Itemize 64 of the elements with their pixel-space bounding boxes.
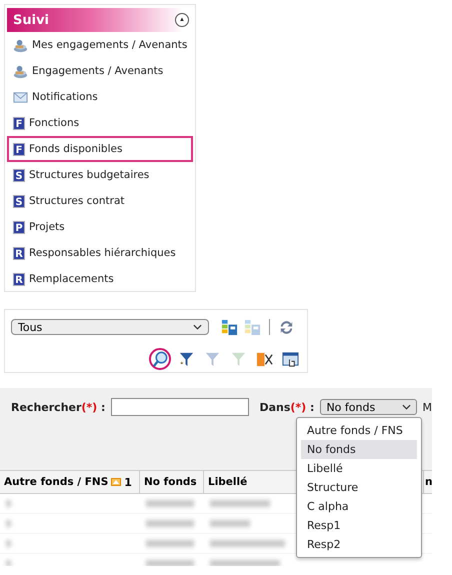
- dropdown-option[interactable]: No fonds: [301, 440, 417, 459]
- letter-icon: S: [13, 194, 25, 208]
- letter-icon: R: [13, 272, 25, 286]
- column-header[interactable]: No fonds: [140, 471, 204, 493]
- menu-item-label: Mes engagements / Avenants: [32, 39, 188, 51]
- menu-item-label: Engagements / Avenants: [32, 65, 164, 77]
- blurred-text: [6, 540, 11, 547]
- search-label: Rechercher(*) :: [11, 400, 106, 414]
- blurred-text: [6, 520, 11, 527]
- menu-item-label: Projets: [29, 221, 65, 233]
- blurred-text: [6, 500, 11, 507]
- caret-icon: [193, 324, 202, 330]
- letter-icon: F: [13, 116, 25, 130]
- blurred-text: [210, 560, 280, 566]
- caret-icon: [402, 404, 410, 410]
- blurred-text: [210, 500, 270, 507]
- scope-select[interactable]: No fonds: [320, 399, 416, 415]
- blurred-text: [146, 500, 194, 507]
- filter-select[interactable]: Tous: [11, 319, 209, 335]
- menu-item-label: Responsables hiérarchiques: [29, 247, 176, 259]
- menu-item[interactable]: R Remplacements: [7, 266, 193, 292]
- letter-icon: S: [13, 168, 25, 182]
- dropdown-option[interactable]: Structure: [301, 478, 417, 497]
- menu-item[interactable]: R Responsables hiérarchiques: [7, 240, 193, 266]
- search-icon[interactable]: [152, 350, 168, 368]
- blurred-text: [146, 540, 194, 547]
- menu-item[interactable]: F Fonds disponibles: [7, 136, 193, 162]
- menu-item-label: Structures budgetaires: [29, 169, 150, 181]
- blurred-text: [146, 560, 194, 566]
- envelope-icon: [13, 90, 28, 104]
- blurred-text: [210, 520, 250, 527]
- letter-icon: R: [13, 246, 25, 260]
- blurred-text: [146, 520, 194, 527]
- cut-label: M: [422, 400, 432, 414]
- menu-item[interactable]: S Structures contrat: [7, 188, 193, 214]
- menu-item-label: Structures contrat: [29, 195, 124, 207]
- dropdown-option[interactable]: Autre fonds / FNS: [301, 421, 417, 440]
- grid-icon[interactable]: [221, 318, 238, 336]
- menu-item[interactable]: Engagements / Avenants: [7, 58, 193, 84]
- search-field[interactable]: [111, 398, 250, 416]
- menu-item[interactable]: Mes engagements / Avenants: [7, 32, 193, 58]
- filter-icon[interactable]: [178, 350, 194, 368]
- calendar-icon[interactable]: [282, 350, 298, 368]
- menu-item[interactable]: S Structures budgetaires: [7, 162, 193, 188]
- blurred-text: [6, 560, 11, 566]
- dropdown-option[interactable]: Libellé: [301, 459, 417, 478]
- stack-icon: [13, 64, 28, 78]
- menu-item[interactable]: F Fonctions: [7, 110, 193, 136]
- stack-icon: [13, 38, 28, 52]
- cut-icon[interactable]: [256, 350, 272, 368]
- scope-label: Dans(*) :: [259, 400, 314, 414]
- menu-item-label: Notifications: [32, 91, 98, 103]
- letter-icon: F: [13, 142, 25, 156]
- menu-item[interactable]: Notifications: [7, 84, 193, 110]
- menu-title: Suivi: [13, 12, 50, 28]
- column-header[interactable]: n: [424, 471, 432, 493]
- menu-item[interactable]: P Projets: [7, 214, 193, 240]
- sort-icon: [111, 478, 122, 486]
- menu-item-label: Remplacements: [29, 273, 114, 285]
- column-header[interactable]: Autre fonds / FNS 1: [0, 471, 140, 493]
- letter-icon: P: [13, 220, 25, 234]
- menu-item-label: Fonds disponibles: [29, 143, 122, 155]
- menu-item-label: Fonctions: [29, 117, 80, 129]
- refresh-icon[interactable]: [278, 318, 295, 336]
